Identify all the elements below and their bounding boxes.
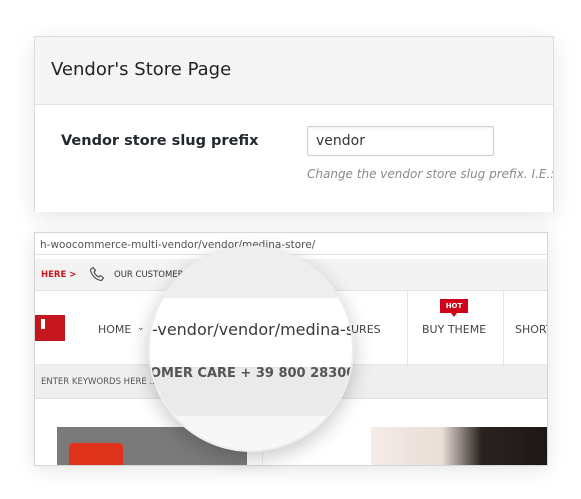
here-link[interactable]: HERE > (41, 270, 76, 280)
model-photo (371, 427, 547, 465)
nav-item-home[interactable]: HOME (98, 323, 131, 336)
lens-topbar (150, 248, 352, 298)
settings-header: Vendor's Store Page (35, 37, 553, 105)
nav-divider (407, 291, 408, 365)
section-title: Vendor's Store Page (51, 59, 232, 80)
lens-bottom (150, 416, 352, 450)
nav-item-buy-theme[interactable]: BUY THEME (422, 323, 486, 336)
magnifier-lens: -vendor/vendor/medina-s OMER CARE + 39 8… (148, 246, 354, 452)
settings-body (35, 105, 553, 212)
phone-icon (89, 266, 105, 282)
site-logo[interactable] (35, 315, 65, 341)
logo-mark (41, 319, 45, 329)
slug-prefix-input[interactable] (307, 126, 494, 156)
slug-prefix-label: Vendor store slug prefix (61, 133, 259, 149)
product-image (69, 443, 123, 465)
slug-prefix-description: Change the vendor store slug prefix. I.E… (307, 167, 554, 181)
lens-customer-care: OMER CARE + 39 800 28300 (150, 366, 354, 381)
nav-item-shortcodes[interactable]: SHORT (515, 323, 547, 336)
hot-badge: HOT (440, 299, 468, 317)
nav-divider (503, 291, 504, 365)
lens-url-text: -vendor/vendor/medina-s (152, 320, 354, 339)
chevron-down-icon: ⌄ (137, 323, 145, 333)
nav-item-features[interactable]: URES (351, 323, 381, 336)
search-placeholder: ENTER KEYWORDS HERE ... (41, 377, 158, 387)
settings-panel: Vendor's Store Page Vendor store slug pr… (34, 36, 554, 212)
